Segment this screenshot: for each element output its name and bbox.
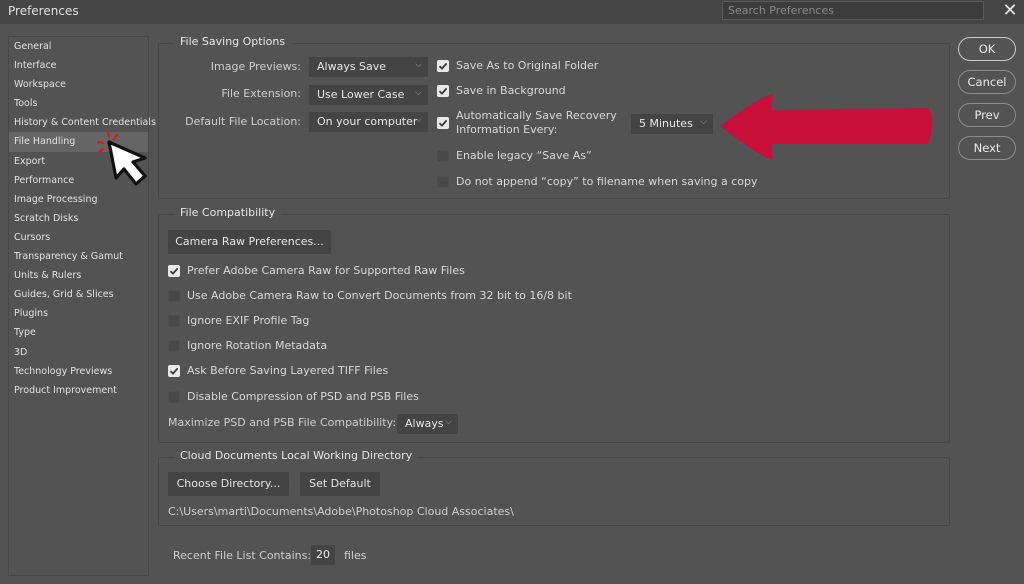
image-previews-label: Image Previews: — [210, 60, 301, 73]
maximize-compatibility-select[interactable]: Always ⌵ — [397, 414, 458, 434]
chevron-down-icon: ⌵ — [415, 60, 422, 70]
file-extension-label: File Extension: — [221, 87, 301, 100]
checkbox-checked-icon — [437, 117, 449, 129]
search-preferences-input[interactable] — [722, 1, 984, 20]
default-file-location-select[interactable]: On your computer ⌵ — [309, 112, 428, 132]
checkbox-label: Prefer Adobe Camera Raw for Supported Ra… — [187, 264, 465, 277]
close-icon[interactable]: ✕ — [1000, 1, 1020, 21]
checkbox-checked-icon — [168, 264, 180, 277]
choose-directory-button[interactable]: Choose Directory... — [168, 472, 289, 496]
next-button[interactable]: Next — [958, 136, 1016, 160]
checkbox-label: Ask Before Saving Layered TIFF Files — [187, 364, 389, 377]
window-title: Preferences — [8, 4, 79, 18]
ignore-exif-profile-checkbox[interactable]: Ignore EXIF Profile Tag — [168, 314, 309, 327]
image-previews-value: Always Save — [317, 60, 387, 73]
sidebar-item-interface[interactable]: Interface — [9, 56, 148, 75]
checkbox-label: Do not append “copy” to filename when sa… — [456, 175, 758, 188]
save-as-original-folder-checkbox[interactable]: Save As to Original Folder — [437, 59, 598, 72]
sidebar-item-plugins[interactable]: Plugins — [9, 304, 148, 323]
default-file-location-label: Default File Location: — [185, 115, 301, 128]
file-saving-options-title: File Saving Options — [174, 35, 292, 48]
sidebar-item-cursors[interactable]: Cursors — [9, 228, 148, 247]
ok-button[interactable]: OK — [958, 37, 1016, 61]
auto-save-recovery-checkbox[interactable]: Automatically Save Recovery Information … — [437, 109, 617, 137]
use-camera-raw-convert-checkbox[interactable]: Use Adobe Camera Raw to Convert Document… — [168, 289, 572, 302]
sidebar-item-transparency[interactable]: Transparency & Gamut — [9, 247, 148, 266]
checkbox-unchecked-icon — [168, 339, 180, 352]
cancel-button[interactable]: Cancel — [958, 70, 1016, 94]
ignore-rotation-metadata-checkbox[interactable]: Ignore Rotation Metadata — [168, 339, 327, 352]
camera-raw-preferences-button[interactable]: Camera Raw Preferences... — [168, 230, 331, 254]
checkbox-label: Save in Background — [456, 84, 566, 97]
enable-legacy-save-as-checkbox[interactable]: Enable legacy “Save As” — [437, 149, 592, 162]
image-previews-select[interactable]: Always Save ⌵ — [309, 57, 428, 77]
checkbox-unchecked-icon — [168, 289, 180, 302]
checkbox-label: Ignore EXIF Profile Tag — [187, 314, 310, 327]
recovery-interval-select[interactable]: 5 Minutes ⌵ — [631, 114, 713, 134]
red-arrow-annotation-icon — [720, 94, 932, 160]
sidebar-item-technology-previews[interactable]: Technology Previews — [9, 362, 148, 381]
set-default-button[interactable]: Set Default — [300, 472, 380, 496]
ask-before-saving-tiff-checkbox[interactable]: Ask Before Saving Layered TIFF Files — [168, 364, 388, 377]
checkbox-unchecked-icon — [168, 314, 180, 327]
chevron-down-icon: ⌵ — [415, 115, 422, 125]
checkbox-label: Save As to Original Folder — [456, 59, 599, 72]
sidebar-item-guides[interactable]: Guides, Grid & Slices — [9, 285, 148, 304]
preferences-sidebar: General Interface Workspace Tools Histor… — [8, 36, 156, 576]
file-extension-value: Use Lower Case — [317, 88, 405, 101]
save-in-background-checkbox[interactable]: Save in Background — [437, 84, 566, 97]
sidebar-item-units-rulers[interactable]: Units & Rulers — [9, 266, 148, 285]
disable-psd-compression-checkbox[interactable]: Disable Compression of PSD and PSB Files — [168, 390, 419, 403]
recent-file-list-label: Recent File List Contains: — [173, 549, 312, 562]
checkbox-checked-icon — [168, 364, 180, 377]
chevron-down-icon: ⌵ — [700, 117, 707, 127]
do-not-append-copy-checkbox[interactable]: Do not append “copy” to filename when sa… — [437, 175, 757, 188]
maximize-compatibility-value: Always — [405, 417, 444, 430]
recent-file-suffix: files — [344, 549, 367, 562]
checkbox-checked-icon — [437, 84, 449, 97]
checkbox-checked-icon — [437, 59, 449, 72]
checkbox-unchecked-icon — [168, 390, 180, 403]
checkbox-unchecked-icon — [437, 149, 449, 162]
cloud-documents-title: Cloud Documents Local Working Directory — [174, 449, 419, 462]
file-extension-select[interactable]: Use Lower Case ⌵ — [309, 85, 428, 105]
sidebar-item-scratch-disks[interactable]: Scratch Disks — [9, 209, 148, 228]
checkbox-unchecked-icon — [437, 175, 449, 188]
recovery-interval-value: 5 Minutes — [639, 117, 693, 130]
sidebar-item-workspace[interactable]: Workspace — [9, 75, 148, 94]
default-file-location-value: On your computer — [317, 115, 418, 128]
sidebar-item-type[interactable]: Type — [9, 323, 148, 342]
sidebar-item-tools[interactable]: Tools — [9, 94, 148, 113]
prev-button[interactable]: Prev — [958, 103, 1016, 127]
recent-file-count-input[interactable]: 20 — [311, 545, 335, 565]
checkbox-label-line2: Information Every: — [456, 123, 558, 136]
checkbox-label: Ignore Rotation Metadata — [187, 339, 328, 352]
sidebar-item-general[interactable]: General — [9, 37, 148, 56]
chevron-down-icon: ⌵ — [415, 88, 422, 98]
checkbox-label: Enable legacy “Save As” — [456, 149, 592, 162]
checkbox-label: Use Adobe Camera Raw to Convert Document… — [187, 289, 572, 302]
sidebar-item-product-improvement[interactable]: Product Improvement — [9, 381, 148, 400]
checkbox-label: Disable Compression of PSD and PSB Files — [187, 390, 419, 403]
maximize-compatibility-label: Maximize PSD and PSB File Compatibility: — [168, 416, 397, 429]
cloud-directory-path: C:\Users\marti\Documents\Adobe\Photoshop… — [168, 505, 514, 518]
file-compatibility-title: File Compatibility — [174, 206, 282, 219]
sidebar-item-3d[interactable]: 3D — [9, 343, 148, 362]
mouse-cursor-icon — [96, 130, 147, 186]
checkbox-label: Automatically Save Recovery Information … — [456, 109, 617, 137]
title-bar: Preferences ✕ — [0, 0, 1024, 24]
chevron-down-icon: ⌵ — [445, 417, 452, 427]
prefer-camera-raw-checkbox[interactable]: Prefer Adobe Camera Raw for Supported Ra… — [168, 264, 465, 277]
checkbox-label-line1: Automatically Save Recovery — [456, 109, 617, 122]
